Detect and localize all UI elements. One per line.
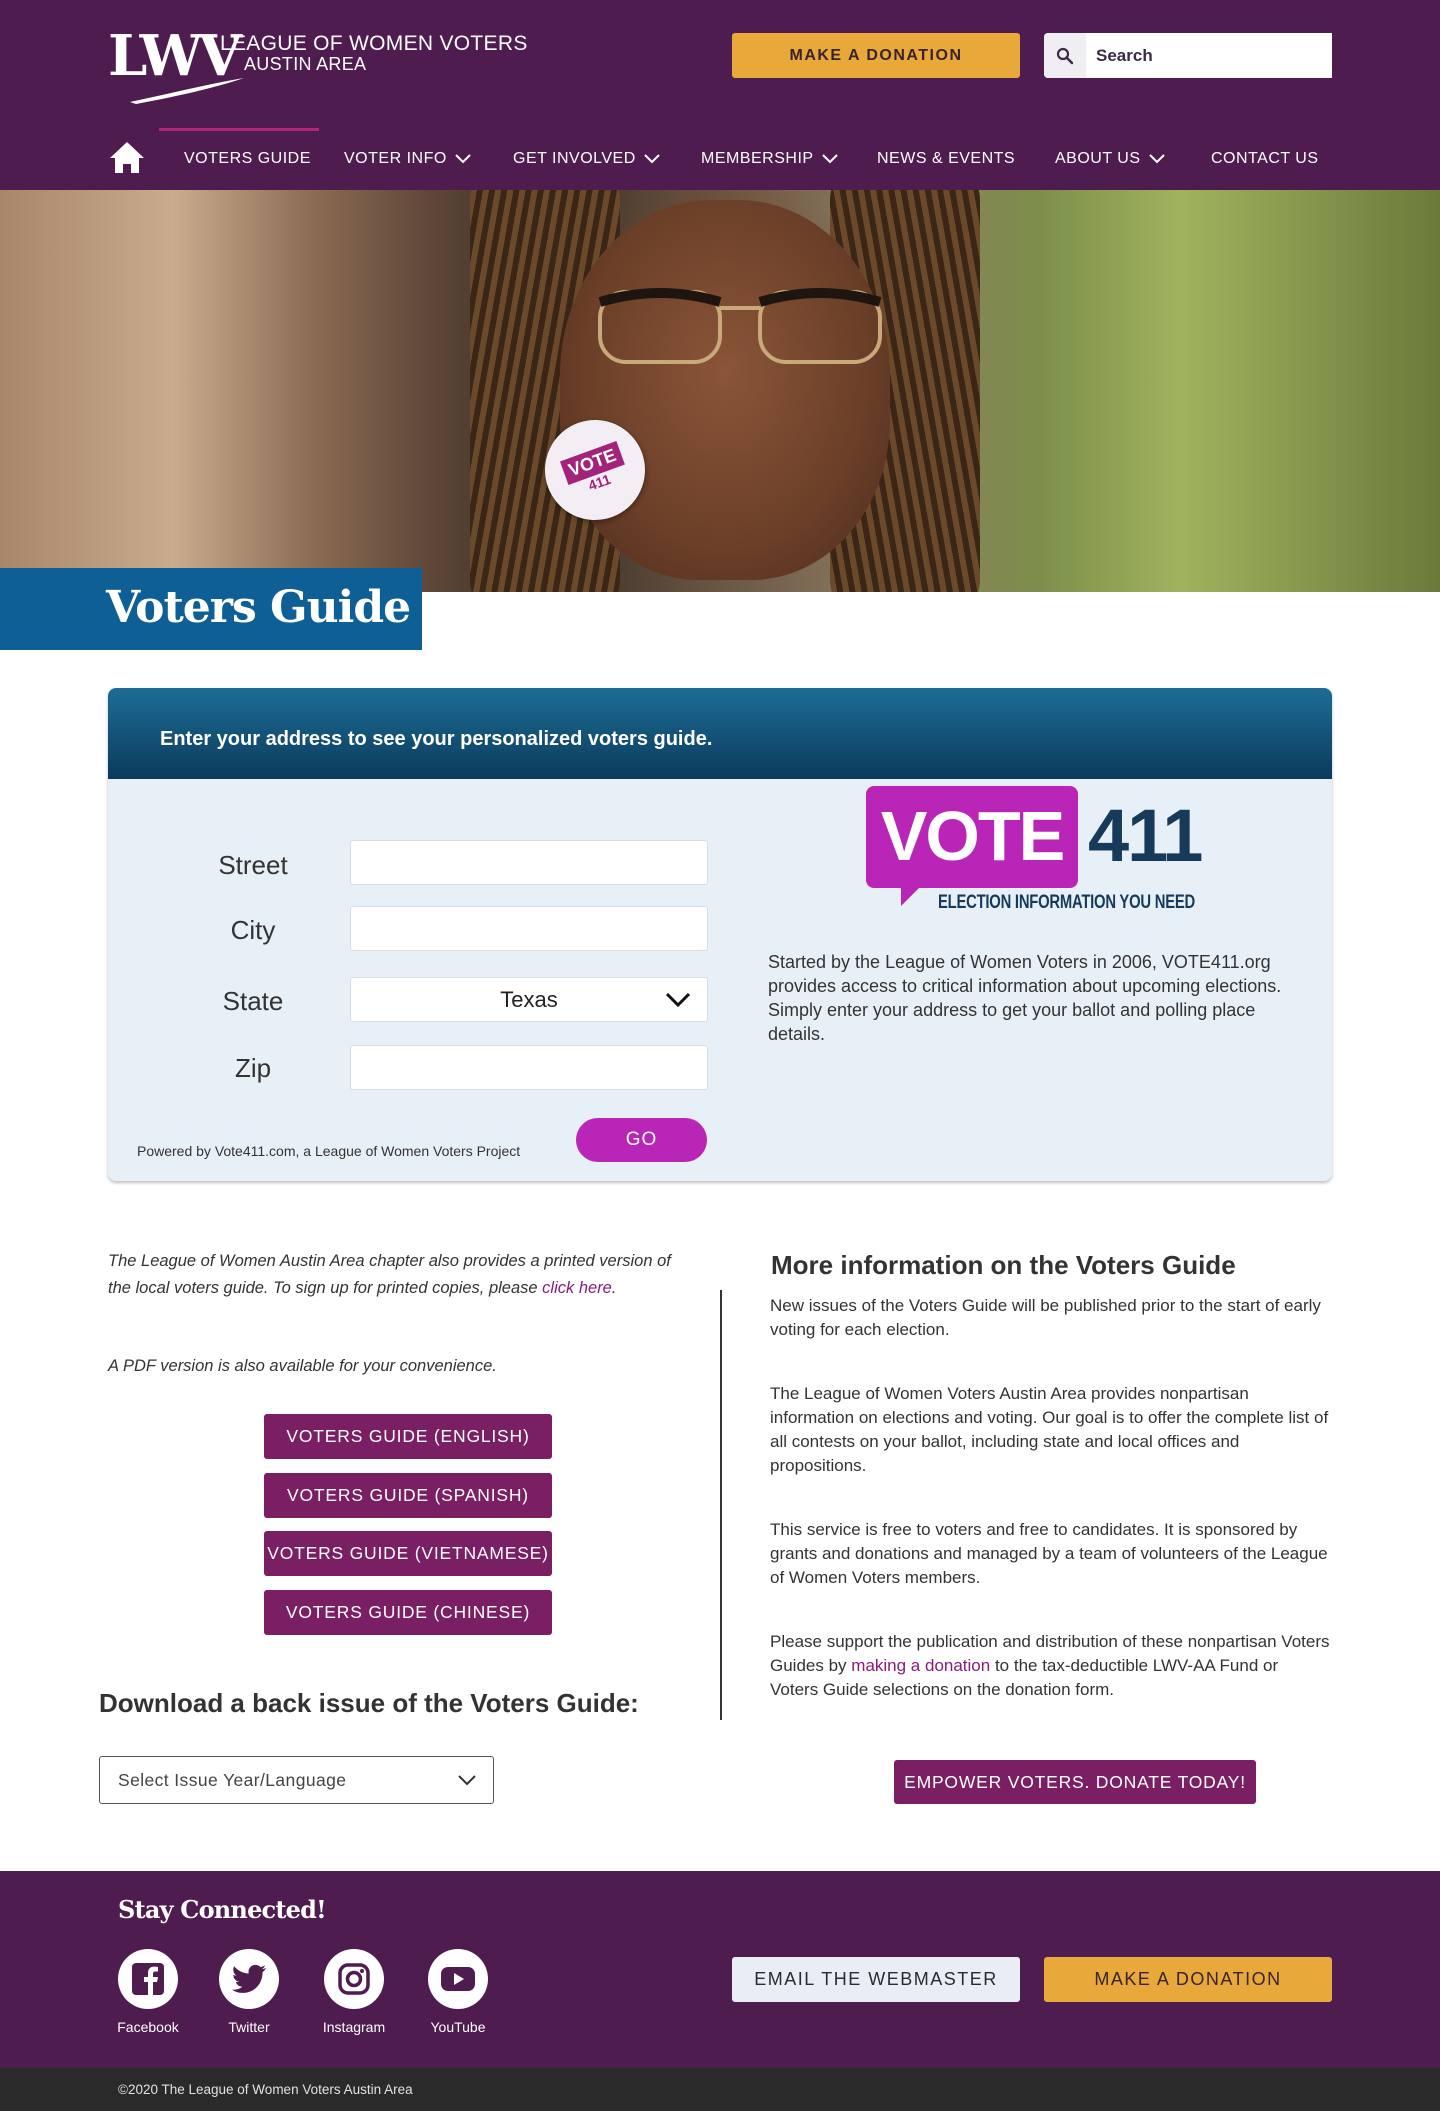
powered-by-text: Powered by Vote411.com, a League of Wome…: [137, 1143, 521, 1159]
nav-item-contact-us[interactable]: CONTACT US: [1211, 150, 1319, 168]
chevron-down-icon: [821, 154, 838, 164]
printed-guide-text: The League of Women Austin Area chapter …: [108, 1248, 688, 1302]
issue-select-value: Select Issue Year/Language: [118, 1769, 347, 1790]
voters-guide-chinese-button[interactable]: VOTERS GUIDE (CHINESE): [264, 1590, 552, 1635]
instagram-link[interactable]: Instagram: [314, 1949, 394, 2035]
vote411-tagline: ELECTION INFORMATION YOU NEED: [938, 892, 1195, 913]
facebook-icon: [118, 1949, 178, 2009]
vote411-logo: VOTE 411 ELECTION INFORMATION YOU NEED: [866, 786, 1206, 926]
copyright-bar: ©2020 The League of Women Voters Austin …: [0, 2068, 1440, 2111]
glasses-icon: [598, 288, 882, 364]
more-info-paragraph: New issues of the Voters Guide will be p…: [770, 1296, 1321, 1339]
nav-item-label: VOTER INFO: [344, 150, 447, 167]
go-button[interactable]: GO: [576, 1118, 707, 1162]
twitter-link[interactable]: Twitter: [209, 1949, 289, 2035]
voters-guide-english-button[interactable]: VOTERS GUIDE (ENGLISH): [264, 1414, 552, 1459]
vote411-header: Enter your address to see your personali…: [108, 688, 1332, 779]
zip-field[interactable]: [350, 1045, 708, 1090]
column-divider: [720, 1290, 722, 1720]
logo-line2: AUSTIN AREA: [244, 54, 367, 74]
vote411-panel: Enter your address to see your personali…: [108, 688, 1332, 1181]
more-info-paragraph: The League of Women Voters Austin Area p…: [770, 1384, 1329, 1475]
nav-item-label: NEWS & EVENTS: [877, 150, 1016, 167]
state-select-value: Texas: [500, 986, 558, 1012]
pdf-text: A PDF version is also available for your…: [108, 1357, 497, 1375]
social-label: Instagram: [322, 2019, 386, 2035]
voters-guide-spanish-button[interactable]: VOTERS GUIDE (SPANISH): [264, 1473, 552, 1518]
youtube-icon: [428, 1949, 488, 2009]
vote411-description: Started by the League of Women Voters in…: [768, 952, 1282, 1044]
hero-face: [560, 200, 890, 580]
nav-item-label: CONTACT US: [1211, 150, 1319, 167]
logo-swoosh-icon: [130, 78, 244, 104]
vote411-badge-tail: [901, 884, 923, 906]
search-icon[interactable]: [1044, 33, 1086, 78]
facebook-link[interactable]: Facebook: [108, 1949, 188, 2035]
empower-donate-button[interactable]: EMPOWER VOTERS. DONATE TODAY!: [894, 1760, 1256, 1804]
make-donation-button[interactable]: MAKE A DONATION: [732, 33, 1020, 78]
state-label: State: [222, 986, 284, 1016]
twitter-icon: [219, 1949, 279, 2009]
vote411-logo-number: 411: [1088, 794, 1203, 877]
nav-item-label: GET INVOLVED: [513, 150, 636, 167]
instagram-icon: [324, 1949, 384, 2009]
street-field[interactable]: [350, 840, 708, 885]
youtube-link[interactable]: YouTube: [418, 1949, 498, 2035]
chevron-down-icon: [644, 154, 660, 164]
stay-connected-title: Stay Connected!: [118, 1895, 327, 1924]
logo-line1: LEAGUE OF WOMEN VOTERS: [220, 32, 528, 55]
city-label: City: [230, 915, 276, 945]
nav-item-voter-info[interactable]: VOTER INFO: [344, 150, 471, 168]
page-title-box: Voters Guide: [0, 568, 422, 650]
back-issue-title: Download a back issue of the Voters Guid…: [99, 1688, 639, 1718]
vote411-heading: Enter your address to see your personali…: [160, 728, 713, 750]
more-info-paragraph: This service is free to voters and free …: [770, 1520, 1328, 1587]
printed-guide-section: The League of Women Austin Area chapter …: [108, 1248, 688, 1302]
nav-item-about-us[interactable]: ABOUT US: [1055, 150, 1165, 168]
nav-item-get-involved[interactable]: GET INVOLVED: [513, 150, 660, 168]
nav-item-membership[interactable]: MEMBERSHIP: [701, 150, 838, 168]
click-here-link[interactable]: click here: [542, 1279, 612, 1297]
site-logo[interactable]: LWV LEAGUE OF WOMEN VOTERS AUSTIN AREA: [108, 28, 528, 108]
nav-item-voters-guide[interactable]: VOTERS GUIDE: [184, 150, 311, 168]
search-input[interactable]: [1086, 33, 1332, 78]
nav-active-indicator: [159, 128, 319, 131]
email-webmaster-button[interactable]: EMAIL THE WEBMASTER: [732, 1957, 1020, 2002]
street-label: Street: [218, 850, 288, 880]
search-box: [1044, 33, 1332, 78]
issue-select[interactable]: Select Issue Year/Language: [99, 1756, 494, 1804]
site-header: LWV LEAGUE OF WOMEN VOTERS AUSTIN AREA M…: [0, 0, 1440, 190]
social-label: Facebook: [117, 2019, 179, 2035]
city-field[interactable]: [350, 906, 708, 951]
voters-guide-vietnamese-button[interactable]: VOTERS GUIDE (VIETNAMESE): [264, 1531, 552, 1576]
site-footer: Stay Connected! Facebook Twitter Instagr…: [0, 1871, 1440, 2068]
chevron-down-icon: [1148, 154, 1165, 164]
nav-item-label: MEMBERSHIP: [701, 150, 814, 167]
making-donation-link[interactable]: making a donation: [851, 1656, 990, 1675]
social-label: Twitter: [228, 2019, 270, 2035]
chevron-down-icon: [458, 1775, 476, 1786]
printed-guide-end: .: [611, 1279, 617, 1297]
state-select[interactable]: Texas: [350, 977, 708, 1022]
chevron-down-icon: [665, 992, 691, 1008]
hero-image: VOTE 411: [0, 190, 1440, 592]
more-info-title: More information on the Voters Guide: [771, 1250, 1236, 1280]
more-info-paragraph: Please support the publication and distr…: [770, 1630, 1330, 1702]
support-text-end: to the tax-deductible LWV-AA Fund or Vot…: [770, 1656, 1279, 1699]
nav-item-label: ABOUT US: [1055, 150, 1141, 167]
home-icon[interactable]: [108, 140, 146, 174]
main-nav: VOTERS GUIDE VOTER INFO GET INVOLVED MEM…: [0, 128, 1440, 190]
nav-item-label: VOTERS GUIDE: [184, 150, 311, 167]
footer-donate-button[interactable]: MAKE A DONATION: [1044, 1957, 1332, 2002]
copyright-text: ©2020 The League of Women Voters Austin …: [118, 2082, 413, 2097]
page-title: Voters Guide: [106, 582, 411, 633]
nav-item-news-events[interactable]: NEWS & EVENTS: [877, 150, 1015, 168]
social-label: YouTube: [430, 2019, 486, 2035]
chevron-down-icon: [455, 154, 471, 164]
zip-label: Zip: [234, 1053, 272, 1083]
vote411-logo-vote: VOTE: [880, 797, 1066, 875]
